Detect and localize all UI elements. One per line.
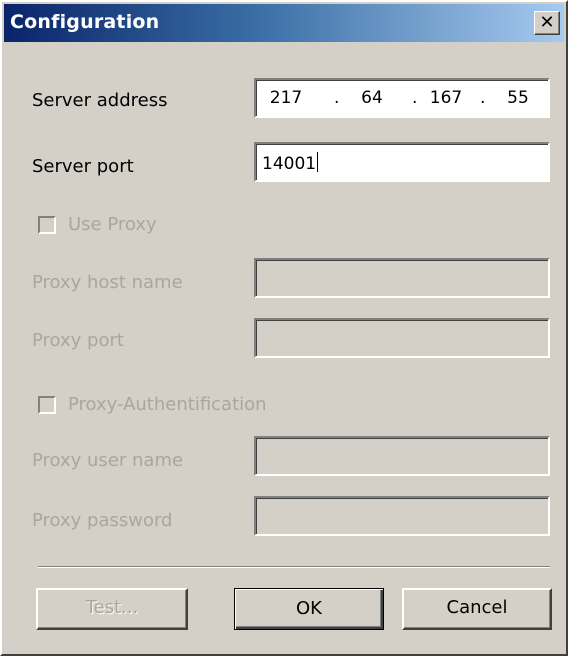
ip-dot-2: . [412, 88, 418, 108]
proxy-user-label: Proxy user name [32, 450, 184, 471]
proxy-auth-checkbox[interactable] [38, 396, 56, 414]
separator-line [38, 566, 550, 568]
configuration-dialog: Configuration ✕ Server address 217 . 64 … [0, 0, 568, 656]
close-icon: ✕ [539, 12, 555, 33]
ip-dot-3: . [480, 88, 486, 108]
cancel-button[interactable]: Cancel [402, 588, 552, 630]
proxy-port-input[interactable] [254, 318, 550, 358]
proxy-host-input[interactable] [254, 258, 550, 298]
server-address-input[interactable]: 217 . 64 . 167 . 55 [254, 78, 550, 118]
proxy-auth-label: Proxy-Authentification [68, 394, 267, 415]
title-bar[interactable]: Configuration ✕ [4, 4, 564, 42]
ok-button[interactable]: OK [234, 588, 384, 630]
test-button[interactable]: Test... [36, 588, 188, 630]
proxy-port-label: Proxy port [32, 330, 124, 351]
ip-octet-3[interactable]: 167 [426, 88, 466, 108]
server-port-label: Server port [32, 156, 134, 177]
ip-octet-2[interactable]: 64 [352, 88, 392, 108]
server-port-value: 14001 [262, 154, 317, 174]
ip-octet-4[interactable]: 55 [498, 88, 538, 108]
server-address-label: Server address [32, 90, 168, 111]
proxy-user-input[interactable] [254, 436, 550, 476]
use-proxy-label: Use Proxy [68, 214, 157, 235]
proxy-password-label: Proxy password [32, 510, 173, 531]
proxy-password-input[interactable] [254, 496, 550, 536]
ip-octet-1[interactable]: 217 [266, 88, 306, 108]
server-port-input[interactable]: 14001 [254, 142, 550, 182]
proxy-host-label: Proxy host name [32, 272, 183, 293]
text-caret [317, 152, 319, 172]
window-title: Configuration [10, 11, 160, 33]
use-proxy-checkbox[interactable] [38, 216, 56, 234]
close-button[interactable]: ✕ [534, 11, 560, 35]
ip-dot-1: . [334, 88, 340, 108]
